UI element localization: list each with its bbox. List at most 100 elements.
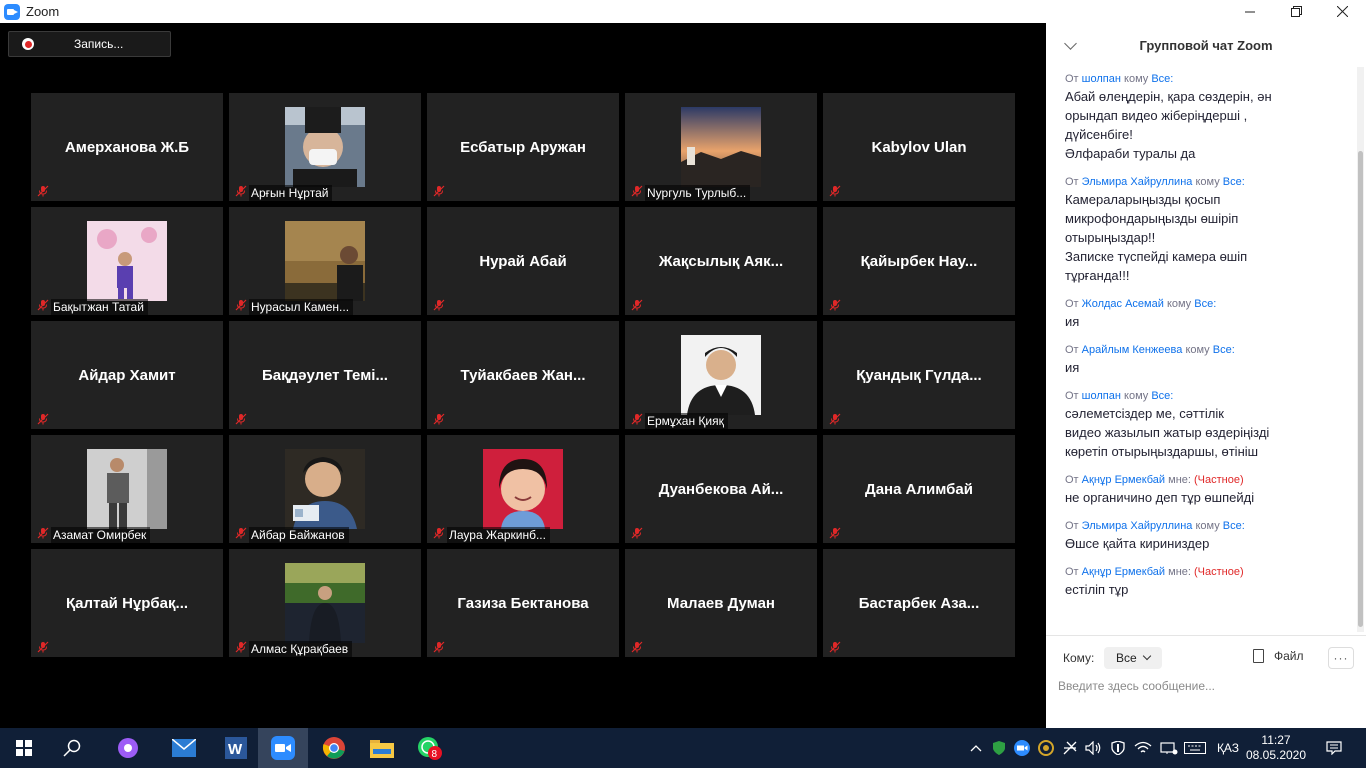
participant-tile[interactable]: Қуандық Гүлда... xyxy=(823,321,1015,429)
mail-icon xyxy=(172,739,196,757)
participant-tile[interactable]: Нурай Абай xyxy=(427,207,619,315)
message-sender[interactable]: Эльмира Хайруллина xyxy=(1082,520,1193,532)
muted-mic-icon xyxy=(829,527,841,539)
muted-mic-icon xyxy=(829,185,841,197)
tray-app[interactable] xyxy=(1036,728,1056,768)
participant-tile[interactable]: Nургуль Турлыб... xyxy=(625,93,817,201)
minimize-button[interactable] xyxy=(1227,0,1273,23)
recording-indicator[interactable]: Запись... xyxy=(8,31,171,57)
message-sender[interactable]: Жолдас Асемай xyxy=(1082,298,1164,310)
file-button[interactable]: Файл xyxy=(1253,649,1304,663)
notifications-button[interactable] xyxy=(1316,728,1352,768)
participant-tile[interactable]: Қалтай Нұрбақ... xyxy=(31,549,223,657)
clock-time: 11:27 xyxy=(1261,733,1291,747)
participant-tile[interactable]: Бастарбек Аза... xyxy=(823,549,1015,657)
message-from-keyword: От xyxy=(1065,298,1079,310)
participant-name: Қуандық Гүлда... xyxy=(856,366,982,384)
message-recipient[interactable]: Все: xyxy=(1223,176,1245,188)
tray-network-tool[interactable] xyxy=(1060,728,1080,768)
start-button[interactable] xyxy=(0,728,48,768)
more-options-button[interactable]: ··· xyxy=(1328,647,1354,669)
taskbar-alice[interactable] xyxy=(104,728,152,768)
participant-name-label: Арғын Нұртай xyxy=(249,185,333,201)
participant-tile[interactable]: Есбатыр Аружан xyxy=(427,93,619,201)
participant-tile[interactable]: Айдар Хамит xyxy=(31,321,223,429)
participant-tile[interactable]: Алмас Құрақбаев xyxy=(229,549,421,657)
tray-keyboard[interactable] xyxy=(1182,728,1208,768)
tray-expand-button[interactable] xyxy=(966,728,986,768)
restore-button[interactable] xyxy=(1273,0,1319,23)
message-sender[interactable]: Ақнұр Ермекбай xyxy=(1082,474,1165,486)
tray-shield[interactable] xyxy=(990,728,1008,768)
participant-tile[interactable]: Арғын Нұртай xyxy=(229,93,421,201)
message-recipient[interactable]: Все: xyxy=(1151,390,1173,402)
taskbar-chrome[interactable] xyxy=(310,728,358,768)
message-recipient[interactable]: Все: xyxy=(1213,344,1235,356)
participant-tile[interactable]: Айбар Байжанов xyxy=(229,435,421,543)
taskbar-zoom[interactable] xyxy=(258,728,308,768)
taskbar-whatsapp[interactable]: 8 xyxy=(406,728,454,768)
message-sender[interactable]: Ақнұр Ермекбай xyxy=(1082,566,1165,578)
participant-video xyxy=(681,335,761,415)
participant-video xyxy=(87,221,167,301)
collapse-chevron-icon[interactable] xyxy=(1064,37,1077,50)
participant-tile[interactable]: Туйакбаев Жан... xyxy=(427,321,619,429)
message-sender[interactable]: Арайлым Кенжеева xyxy=(1082,344,1183,356)
chat-scrollbar[interactable] xyxy=(1357,67,1364,632)
clock-date: 08.05.2020 xyxy=(1245,748,1307,762)
tray-volume[interactable] xyxy=(1084,728,1104,768)
participant-tile[interactable]: Ермұхан Қияқ xyxy=(625,321,817,429)
word-icon: W xyxy=(225,737,247,759)
message-sender[interactable]: Эльмира Хайруллина xyxy=(1082,176,1193,188)
language-indicator[interactable]: ҚАЗ xyxy=(1212,728,1244,768)
message-recipient[interactable]: Все: xyxy=(1151,73,1173,85)
search-button[interactable] xyxy=(48,728,96,768)
muted-mic-icon xyxy=(235,413,247,425)
tray-wifi[interactable] xyxy=(1132,728,1154,768)
muted-mic-icon xyxy=(631,527,643,539)
taskbar-word[interactable]: W xyxy=(212,728,260,768)
video-gallery: Запись... Амерханова Ж.Б Арғын Нұртай Есба… xyxy=(0,23,1046,728)
participant-tile[interactable]: Газиза Бектанова xyxy=(427,549,619,657)
participant-tile[interactable]: Дуанбекова Ай... xyxy=(625,435,817,543)
participant-tile[interactable]: Малаев Думан xyxy=(625,549,817,657)
message-text: не органичино деп тұр өшпейді xyxy=(1065,490,1255,505)
participant-tile[interactable]: Лаура Жаркинб... xyxy=(427,435,619,543)
message-from-keyword: От xyxy=(1065,344,1079,356)
participant-tile[interactable]: Қайырбек Нау... xyxy=(823,207,1015,315)
message-to-keyword: кому xyxy=(1124,73,1149,85)
taskbar-mail[interactable] xyxy=(160,728,208,768)
message-recipient[interactable]: Все: xyxy=(1194,298,1216,310)
chevron-up-icon xyxy=(970,745,982,752)
participant-video xyxy=(285,221,365,301)
muted-mic-icon xyxy=(433,527,445,539)
participant-tile[interactable]: Бақдәулет Темі... xyxy=(229,321,421,429)
recipient-value: Все xyxy=(1116,651,1137,665)
taskbar-explorer[interactable] xyxy=(358,728,406,768)
notifications-icon xyxy=(1326,741,1342,755)
tray-defender[interactable] xyxy=(1108,728,1128,768)
to-label: Кому: xyxy=(1063,651,1095,665)
message-meta: От шолпан кому Все: xyxy=(1065,71,1350,87)
participant-name-label: Ермұхан Қияқ xyxy=(645,413,728,429)
clock[interactable]: 11:27 08.05.2020 xyxy=(1245,728,1307,768)
message-input[interactable] xyxy=(1058,675,1354,697)
restore-icon xyxy=(1290,6,1302,17)
participant-tile[interactable]: Жақсылық Аяк... xyxy=(625,207,817,315)
scrollbar-thumb[interactable] xyxy=(1358,151,1363,627)
whatsapp-icon: 8 xyxy=(418,737,442,760)
participant-tile[interactable]: Азамат Омирбек xyxy=(31,435,223,543)
participant-tile[interactable]: Амерханова Ж.Б xyxy=(31,93,223,201)
folder-icon xyxy=(370,740,394,758)
close-button[interactable] xyxy=(1319,0,1365,23)
recipient-select[interactable]: Все xyxy=(1104,647,1162,669)
tray-zoom[interactable] xyxy=(1012,728,1032,768)
message-recipient[interactable]: Все: xyxy=(1223,520,1245,532)
participant-tile[interactable]: Бақытжан Татай xyxy=(31,207,223,315)
message-sender[interactable]: шолпан xyxy=(1082,390,1121,402)
message-sender[interactable]: шолпан xyxy=(1082,73,1121,85)
participant-tile[interactable]: Нурасыл Камен... xyxy=(229,207,421,315)
tray-network[interactable] xyxy=(1158,728,1180,768)
participant-tile[interactable]: Kabylov Ulan xyxy=(823,93,1015,201)
participant-tile[interactable]: Дана Алимбай xyxy=(823,435,1015,543)
